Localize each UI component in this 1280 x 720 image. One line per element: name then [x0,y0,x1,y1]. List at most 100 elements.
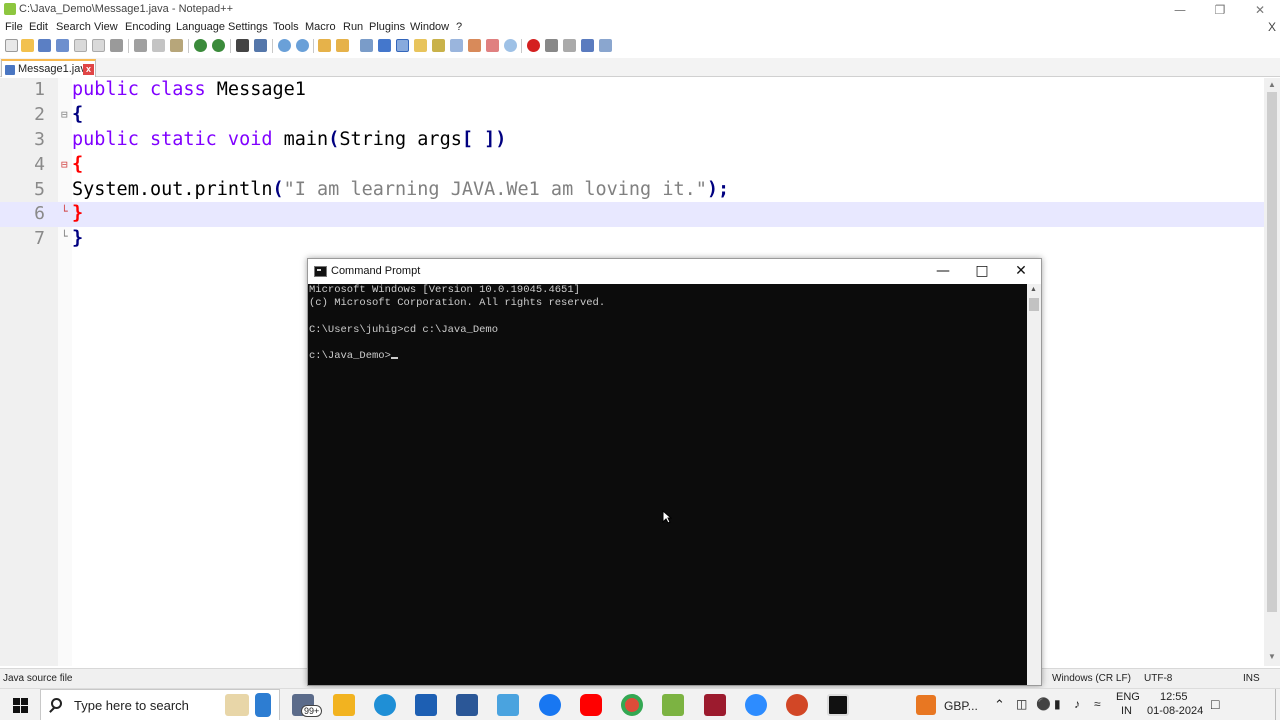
menu-macro[interactable]: Macro [305,21,336,33]
save-icon[interactable] [38,39,51,52]
microphone-icon[interactable]: ⚫ [1036,697,1051,711]
stop-macro-icon[interactable] [545,39,558,52]
cmd-minimize-button[interactable]: — [923,259,963,284]
youtube-icon[interactable] [580,694,602,716]
word-app-icon[interactable] [456,694,478,716]
notepadpp-taskbar-icon[interactable] [662,694,684,716]
open-file-icon[interactable] [21,39,34,52]
scroll-up-arrow-icon[interactable]: ▲ [1268,80,1276,89]
code-line-3[interactable]: 3 public static void main(String args[ ]… [0,128,1264,153]
scrollbar-thumb[interactable] [1267,92,1277,612]
tab-message1-java[interactable]: Message1.java x [1,59,96,77]
clock-time[interactable]: 12:55 [1160,691,1188,703]
cmd-console-output[interactable]: Microsoft Windows [Version 10.0.19045.46… [308,284,1027,685]
cmd-maximize-button[interactable]: □ [962,259,1002,284]
define-language-icon[interactable] [414,39,427,52]
menu-help[interactable]: ? [456,21,462,33]
search-highlight-icon[interactable] [225,694,249,716]
menu-plugins[interactable]: Plugins [369,21,405,33]
store-app-icon[interactable] [415,694,437,716]
menu-edit[interactable]: Edit [29,21,48,33]
close-button[interactable]: ✕ [1240,0,1280,20]
paste-icon[interactable] [170,39,183,52]
doc-map-icon[interactable] [432,39,445,52]
code-line-5[interactable]: 5 System.out.println("I am learning JAVA… [0,178,1264,203]
language-indicator[interactable]: ENG [1116,691,1140,703]
device-icon[interactable]: ◫ [1016,697,1027,711]
zoom-out-icon[interactable] [296,39,309,52]
zoom-in-icon[interactable] [278,39,291,52]
word-wrap-icon[interactable] [360,39,373,52]
winrar-icon[interactable] [704,694,726,716]
menu-language[interactable]: Language [176,21,225,33]
chrome-icon[interactable] [621,694,643,716]
folder-as-workspace-icon[interactable] [468,39,481,52]
run-macro-multiple-icon[interactable] [581,39,594,52]
menu-file[interactable]: File [5,21,23,33]
menu-window[interactable]: Window [410,21,449,33]
notifications-icon[interactable]: □ [1211,696,1219,712]
search-highlight-icon[interactable] [255,693,271,717]
menu-encoding[interactable]: Encoding [125,21,171,33]
minimize-button[interactable]: — [1160,0,1200,20]
command-prompt-window[interactable]: Command Prompt — □ ✕ Microsoft Windows [… [307,258,1042,686]
file-explorer-icon[interactable] [333,694,355,716]
cmd-scrollbar-thumb[interactable] [1029,298,1039,311]
restore-button[interactable]: ❐ [1200,0,1240,20]
code-line-2[interactable]: 2 ⊟ { [0,103,1264,128]
undo-icon[interactable] [194,39,207,52]
close-file-icon[interactable] [74,39,87,52]
app-icon[interactable] [497,694,519,716]
weather-icon[interactable] [916,695,936,715]
find-icon[interactable] [236,39,249,52]
menu-search[interactable]: Search [56,21,91,33]
close-all-icon[interactable] [92,39,105,52]
function-list-icon[interactable] [450,39,463,52]
sync-horizontal-icon[interactable] [336,39,349,52]
menu-tools[interactable]: Tools [273,21,299,33]
code-line-7[interactable]: 7 └ } [0,227,1264,252]
redo-icon[interactable] [212,39,225,52]
new-file-icon[interactable] [5,39,18,52]
show-hidden-icons-chevron-icon[interactable]: ⌃ [994,697,1005,713]
indent-guide-icon[interactable] [396,39,409,52]
cut-icon[interactable] [134,39,147,52]
powerpoint-app-icon[interactable] [786,694,808,716]
preview-icon[interactable] [504,39,517,52]
menu-settings[interactable]: Settings [228,21,268,33]
edge-browser-icon[interactable] [374,694,396,716]
fold-minus-icon[interactable]: ⊟ [61,158,68,171]
editor-scrollbar[interactable]: ▲ ▼ [1264,78,1280,666]
print-icon[interactable] [110,39,123,52]
command-prompt-taskbar-icon[interactable] [827,694,849,716]
tab-close-icon[interactable]: x [83,64,94,75]
close-document-button[interactable]: X [1268,20,1276,34]
cmd-scrollbar[interactable]: ▲ [1027,284,1041,685]
save-macro-icon[interactable] [599,39,612,52]
code-line-4[interactable]: 4 ⊟ { [0,153,1264,178]
cmd-close-button[interactable]: ✕ [1001,259,1041,284]
monitoring-icon[interactable] [486,39,499,52]
scroll-down-arrow-icon[interactable]: ▼ [1268,652,1276,661]
play-macro-icon[interactable] [563,39,576,52]
cmd-title-bar[interactable]: Command Prompt — □ ✕ [308,259,1041,284]
weather-text[interactable]: GBP... [944,699,978,713]
wifi-icon[interactable]: ≈ [1094,697,1101,711]
scroll-up-arrow-icon[interactable]: ▲ [1030,286,1037,293]
menu-view[interactable]: View [94,21,118,33]
show-desktop-button[interactable] [1275,689,1276,720]
replace-icon[interactable] [254,39,267,52]
code-line-6[interactable]: 6 └ } [0,202,1264,227]
menu-run[interactable]: Run [343,21,363,33]
record-macro-icon[interactable] [527,39,540,52]
save-all-icon[interactable] [56,39,69,52]
fold-minus-icon[interactable]: ⊟ [61,108,68,121]
battery-icon[interactable]: ▮ [1054,697,1061,711]
copy-icon[interactable] [152,39,165,52]
facebook-icon[interactable] [539,694,561,716]
show-all-chars-icon[interactable] [378,39,391,52]
clock-date[interactable]: 01-08-2024 [1147,705,1203,717]
start-button[interactable] [0,689,40,720]
volume-icon[interactable]: ♪ [1074,697,1080,711]
sync-vertical-icon[interactable] [318,39,331,52]
